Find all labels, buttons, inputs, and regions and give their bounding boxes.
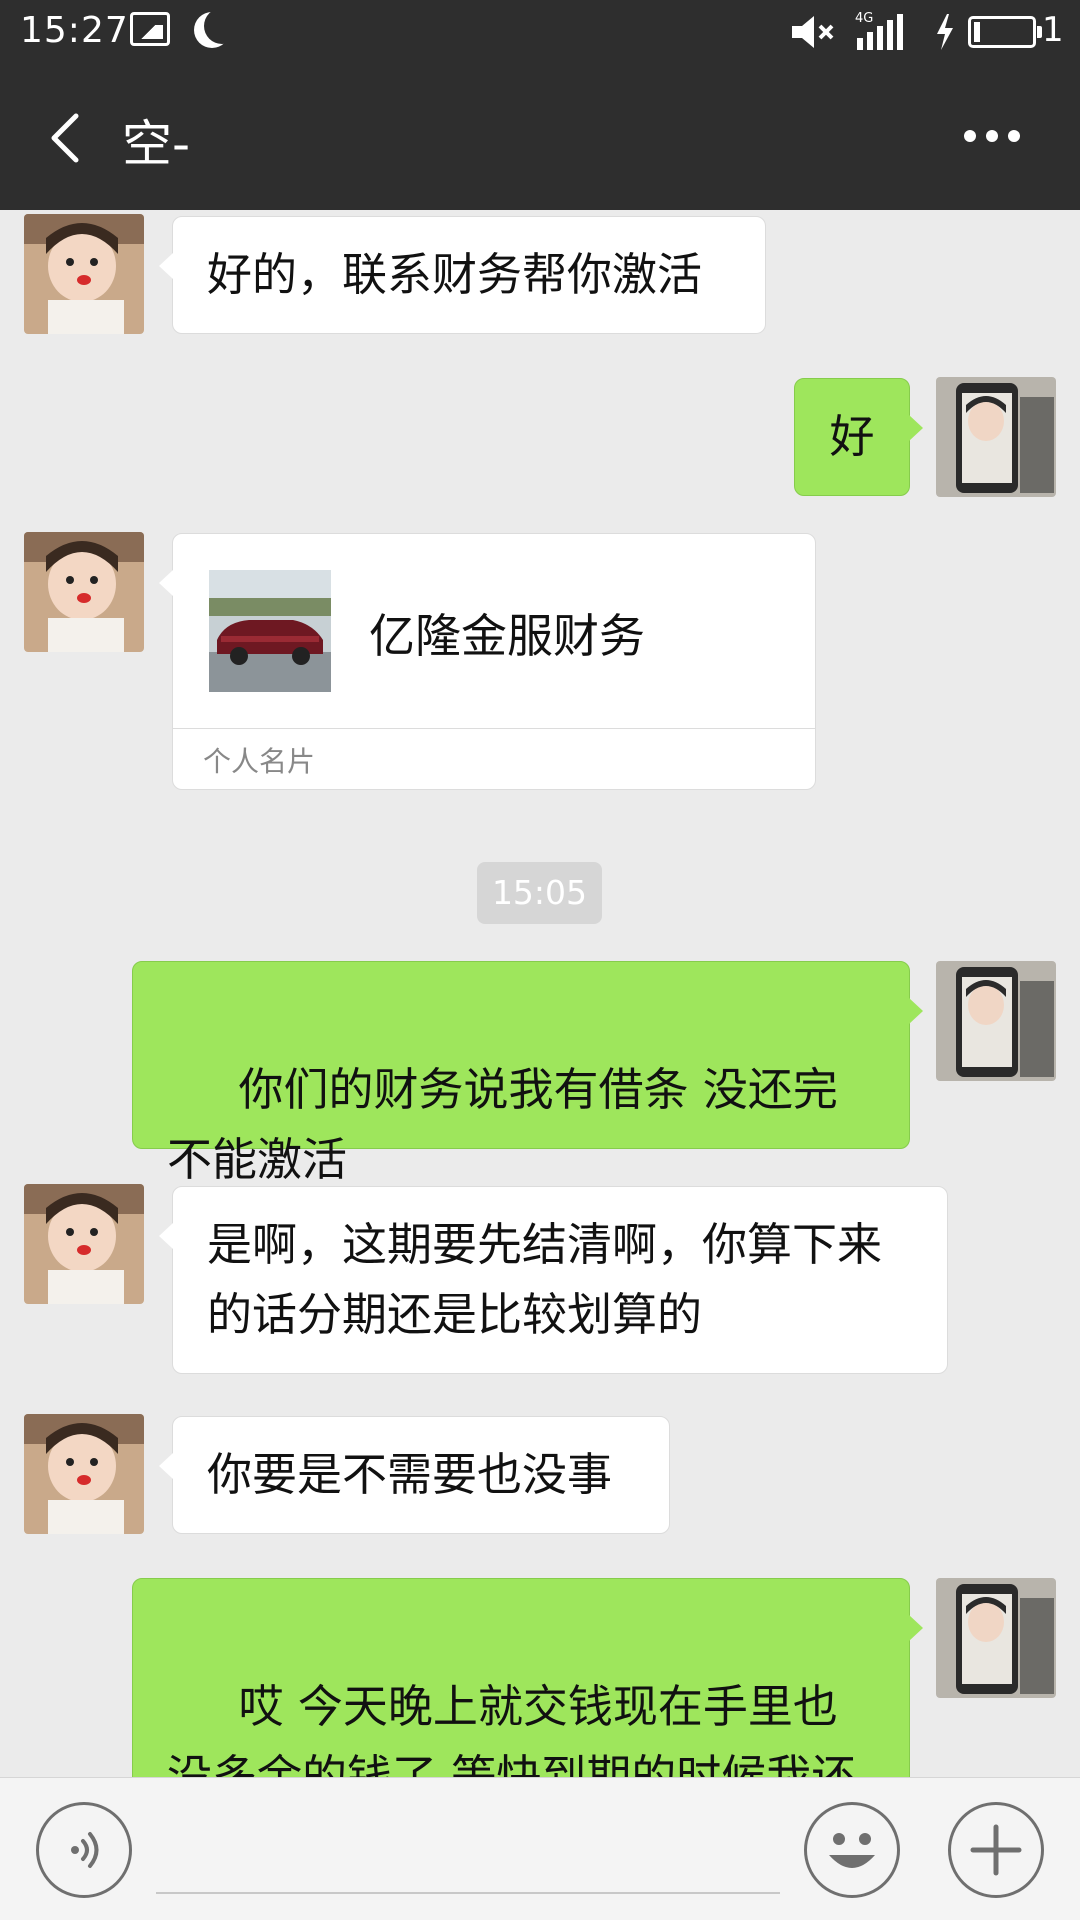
signal-4g-icon: 4G: [855, 11, 903, 50]
chat-header: 空-: [0, 64, 1080, 210]
more-horizontal-icon[interactable]: [962, 126, 1022, 146]
my-avatar[interactable]: [936, 377, 1056, 497]
contact-card-name: 亿隆金服财务: [369, 609, 645, 663]
chat-title: 空-: [122, 115, 191, 173]
charging-icon: [937, 14, 953, 50]
voice-input-button[interactable]: [36, 1802, 132, 1898]
more-actions-button[interactable]: [948, 1802, 1044, 1898]
battery-icon: [968, 16, 1042, 48]
message-text: 好的，联系财务帮你激活: [207, 248, 703, 301]
network-type: 4G: [855, 11, 873, 26]
contact-card-type-label: 个人名片: [203, 745, 316, 778]
message-bubble-incoming[interactable]: 好的，联系财务帮你激活: [159, 216, 766, 334]
chevron-left-icon[interactable]: [38, 108, 98, 168]
contact-avatar[interactable]: [24, 532, 144, 652]
message-bubble-incoming[interactable]: 是啊，这期要先结清啊，你算下来的话分期还是比较划算的: [159, 1186, 948, 1374]
status-time: 15:27: [20, 10, 129, 51]
plus-icon: [970, 1824, 1022, 1876]
message-bubble-outgoing[interactable]: 好: [794, 378, 923, 496]
contact-avatar[interactable]: [24, 1414, 144, 1534]
message-input[interactable]: [156, 1804, 780, 1894]
do-not-disturb-moon-icon: [204, 8, 240, 44]
mute-icon: [792, 16, 834, 48]
message-text: 你要是不需要也没事: [207, 1448, 613, 1501]
message-list[interactable]: 好的，联系财务帮你激活 好 亿隆金服财务 个人名片 15:05 你们的财务说我有…: [0, 210, 1080, 1777]
message-text: 好: [829, 410, 875, 463]
my-avatar[interactable]: [936, 1578, 1056, 1698]
input-bar: [0, 1777, 1080, 1920]
my-avatar[interactable]: [936, 961, 1056, 1081]
message-text: 哎 今天晚上就交钱现在手里也没多余的钱了 等快到期的时候我还上再说吧: [167, 1680, 857, 1777]
emoji-button[interactable]: [804, 1802, 900, 1898]
status-bar: 15:27 4G 1: [0, 0, 1080, 64]
message-bubble-outgoing[interactable]: 哎 今天晚上就交钱现在手里也没多余的钱了 等快到期的时候我还上再说吧: [132, 1578, 923, 1777]
contact-card-thumbnail: [209, 570, 331, 692]
divider: [173, 728, 815, 729]
timestamp: 15:05: [477, 862, 602, 924]
contact-card[interactable]: 亿隆金服财务 个人名片: [159, 533, 816, 790]
contact-avatar[interactable]: [24, 1184, 144, 1304]
message-bubble-incoming[interactable]: 你要是不需要也没事: [159, 1416, 670, 1534]
message-bubble-outgoing[interactable]: 你们的财务说我有借条 没还完 不能激活: [132, 961, 923, 1186]
gallery-notification-icon: [130, 12, 170, 46]
contact-avatar[interactable]: [24, 214, 144, 334]
message-text: 你们的财务说我有借条 没还完 不能激活: [167, 1063, 853, 1186]
battery-level: 1: [1042, 10, 1064, 50]
voice-icon: [71, 1832, 99, 1868]
message-text: 是啊，这期要先结清啊，你算下来的话分期还是比较划算的: [207, 1218, 883, 1341]
emoji-icon: [829, 1833, 875, 1868]
